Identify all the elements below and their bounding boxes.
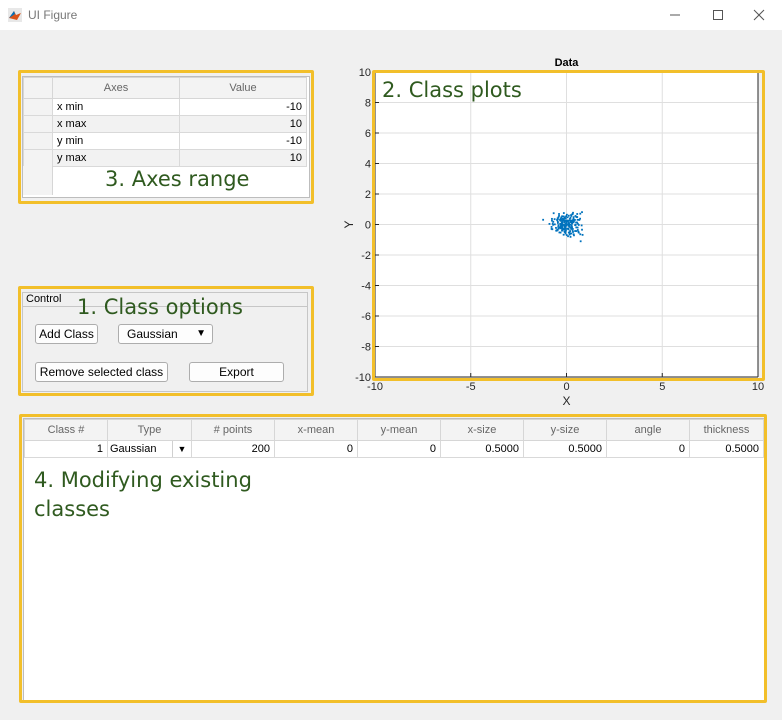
close-icon <box>753 9 765 21</box>
x-tick-label: 10 <box>752 381 764 393</box>
y-tick-label: 6 <box>365 128 371 140</box>
maximize-button[interactable] <box>695 0 741 30</box>
annotation-axes-range: 3. Axes range <box>105 167 250 191</box>
highlight-modifying-classes <box>19 414 767 703</box>
y-tick-label: 8 <box>365 98 371 110</box>
y-tick-label: -6 <box>361 311 371 323</box>
y-tick-label: -8 <box>361 342 371 354</box>
plot-title: Data <box>555 57 580 69</box>
minimize-icon <box>670 14 680 16</box>
x-axis-label: X <box>562 394 570 408</box>
matlab-icon <box>8 8 22 22</box>
y-tick-label: 4 <box>365 159 371 171</box>
x-tick-label: 5 <box>659 381 665 393</box>
annotation-modifying-line2: classes <box>34 497 110 521</box>
close-button[interactable] <box>736 0 782 30</box>
y-tick-label: 2 <box>365 189 371 201</box>
y-tick-label: -4 <box>361 281 371 293</box>
annotation-class-options: 1. Class options <box>77 295 243 319</box>
y-tick-label: -2 <box>361 250 371 262</box>
annotation-class-plots: 2. Class plots <box>382 78 522 102</box>
window-title: UI Figure <box>28 8 78 22</box>
y-axis-label: Y <box>342 220 356 228</box>
y-tick-label: -10 <box>355 372 371 384</box>
y-tick-label: 10 <box>359 67 371 79</box>
annotation-modifying-line1: 4. Modifying existing <box>34 468 252 492</box>
title-bar: UI Figure <box>0 0 782 30</box>
x-tick-label: -5 <box>466 381 476 393</box>
highlight-class-plots <box>372 70 765 381</box>
minimize-button[interactable] <box>652 0 698 30</box>
y-tick-label: 0 <box>365 220 371 232</box>
x-tick-label: 0 <box>563 381 569 393</box>
maximize-icon <box>713 10 723 20</box>
